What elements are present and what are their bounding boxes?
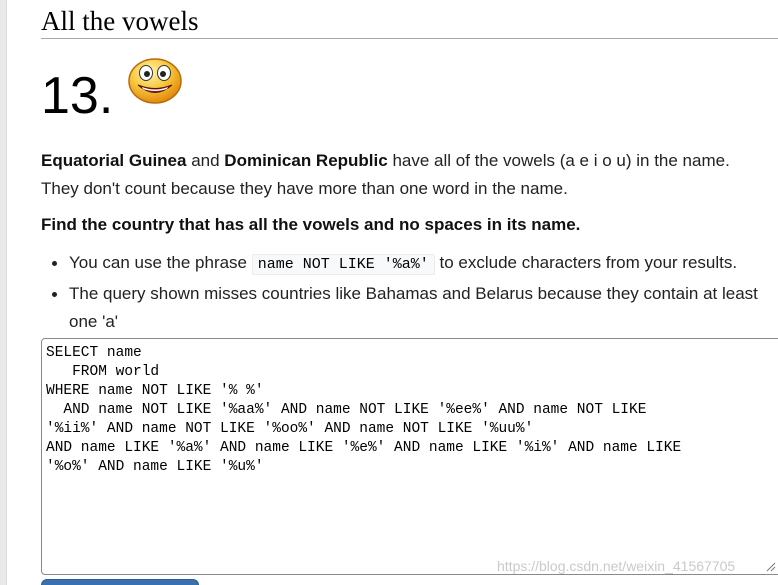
sql-line: SELECT name (46, 345, 142, 361)
submit-sql-button[interactable] (41, 579, 199, 585)
task-statement: Find the country that has all the vowels… (41, 215, 581, 234)
left-border (0, 0, 7, 585)
sql-line: WHERE name NOT LIKE '% %' (46, 383, 264, 399)
hint-bullet-1: You can use the phrase name NOT LIKE '%a… (51, 249, 738, 279)
hint-bullet-2-continued: one 'a' (69, 312, 119, 331)
intro-conjunction: and (186, 151, 225, 170)
section-heading: All the vowels (41, 4, 778, 39)
intro-rest: have all of the vowels (a e i o u) in th… (387, 151, 730, 170)
sql-line: '%o%' AND name LIKE '%u%' (46, 459, 264, 475)
country-dominican-republic: Dominican Republic (224, 151, 388, 170)
sql-line: FROM world (46, 364, 160, 380)
intro-paragraph: Equatorial Guinea and Dominican Republic… (41, 147, 730, 175)
sql-line: '%ii%' AND name NOT LIKE '%oo%' AND name… (46, 421, 534, 437)
hint-1-after: to exclude characters from your results. (434, 253, 738, 272)
smiley-face-icon (128, 58, 182, 104)
resize-handle-icon[interactable] (766, 562, 776, 572)
sql-editor[interactable]: SELECT name FROM world WHERE name NOT LI… (41, 338, 778, 575)
sql-line: AND name LIKE '%a%' AND name LIKE '%e%' … (46, 440, 682, 456)
sql-line: AND name NOT LIKE '%aa%' AND name NOT LI… (46, 402, 647, 418)
hint-1-code: name NOT LIKE '%a%' (251, 254, 435, 275)
hint-bullet-2: The query shown misses countries like Ba… (52, 280, 758, 308)
question-number: 13. (41, 67, 114, 125)
hint-1-before: You can use the phrase (69, 253, 252, 272)
intro-second-line: They don't count because they have more … (41, 179, 568, 198)
country-equatorial-guinea: Equatorial Guinea (41, 151, 187, 170)
watermark-text: https://blog.csdn.net/weixin_41567705 (497, 558, 736, 574)
